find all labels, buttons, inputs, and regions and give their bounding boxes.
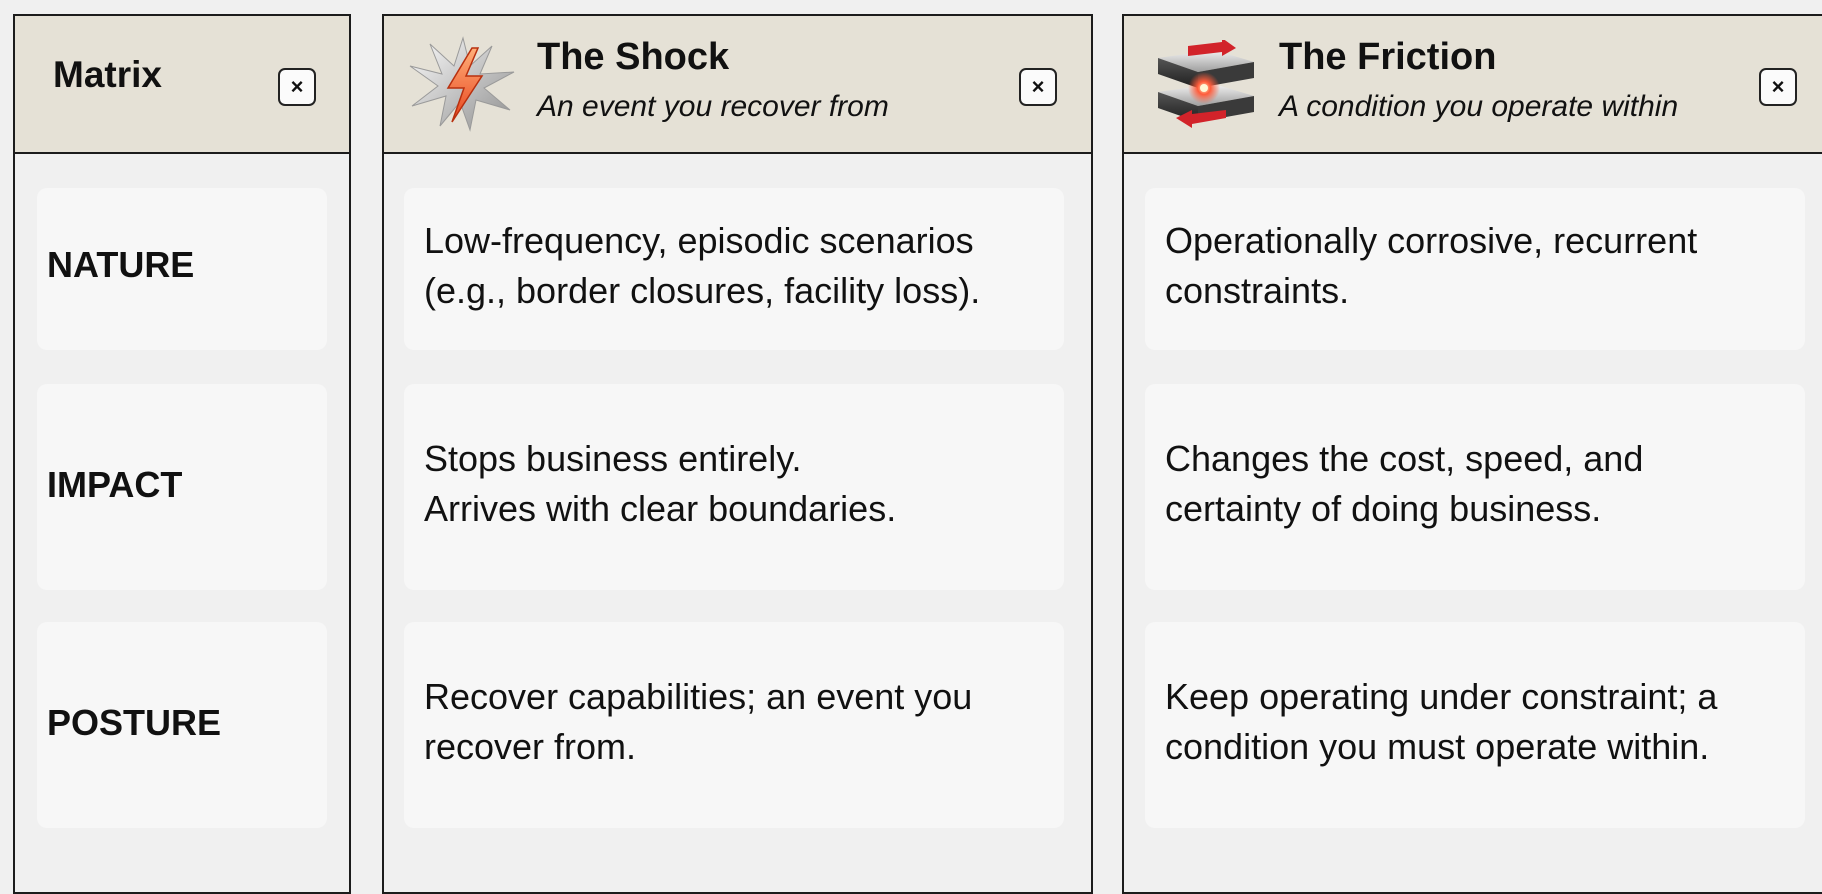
row-label-nature: NATURE — [47, 244, 195, 285]
lightning-burst-icon — [408, 36, 518, 137]
friction-panel-header: The Friction A condition you operate wit… — [1124, 16, 1822, 154]
shock-posture-line-1: Recover capabilities; an event you — [424, 676, 973, 717]
friction-nature-line-1: Operationally corrosive, recurrent — [1165, 220, 1698, 261]
shock-posture-line-2: recover from. — [424, 726, 637, 767]
friction-posture-text: Keep operating under constraint; a condi… — [1165, 672, 1791, 772]
matrix-close-button[interactable]: × — [278, 68, 316, 106]
shock-posture-text: Recover capabilities; an event you recov… — [424, 672, 1050, 772]
row-label-posture: POSTURE — [47, 702, 222, 743]
shock-cell-posture: Recover capabilities; an event you recov… — [404, 622, 1064, 828]
row-label-impact: IMPACT — [47, 464, 183, 505]
friction-nature-text: Operationally corrosive, recurrent const… — [1165, 216, 1791, 316]
friction-cell-nature: Operationally corrosive, recurrent const… — [1145, 188, 1805, 350]
friction-cell-impact: Changes the cost, speed, and certainty o… — [1145, 384, 1805, 590]
matrix-row-card-posture: POSTURE — [37, 622, 327, 828]
matrix-panel-title: Matrix — [53, 54, 162, 95]
shock-nature-text: Low-frequency, episodic scenarios (e.g.,… — [424, 216, 1050, 316]
shock-nature-line-1: Low-frequency, episodic scenarios — [424, 220, 974, 261]
friction-posture-line-1: Keep operating under constraint; a — [1165, 676, 1718, 717]
friction-panel-title: The Friction — [1279, 36, 1497, 78]
shock-nature-line-2: (e.g., border closures, facility loss). — [424, 270, 981, 311]
shock-impact-text: Stops business entirely. Arrives with cl… — [424, 434, 1050, 534]
grinding-plates-icon — [1152, 38, 1260, 135]
friction-nature-line-2: constraints. — [1165, 270, 1350, 311]
friction-impact-text: Changes the cost, speed, and certainty o… — [1165, 434, 1791, 534]
friction-panel-subtitle: A condition you operate within — [1279, 90, 1679, 123]
friction-impact-line-1: Changes the cost, speed, and — [1165, 438, 1644, 479]
matrix-panel-header: Matrix × — [15, 16, 349, 154]
friction-posture-line-2: condition you must operate within. — [1165, 726, 1710, 767]
shock-cell-nature: Low-frequency, episodic scenarios (e.g.,… — [404, 188, 1064, 350]
shock-impact-line-1: Stops business entirely. — [424, 438, 802, 479]
shock-cell-impact: Stops business entirely. Arrives with cl… — [404, 384, 1064, 590]
shock-panel-header: The Shock An event you recover from × — [384, 16, 1091, 154]
shock-panel-subtitle: An event you recover from — [537, 90, 889, 123]
shock-close-button[interactable]: × — [1019, 68, 1057, 106]
friction-panel: The Friction A condition you operate wit… — [1122, 14, 1822, 894]
shock-panel-title: The Shock — [537, 36, 730, 78]
friction-impact-line-2: certainty of doing business. — [1165, 488, 1602, 529]
shock-impact-line-2: Arrives with clear boundaries. — [424, 488, 897, 529]
matrix-row-card-impact: IMPACT — [37, 384, 327, 590]
friction-close-button[interactable]: × — [1759, 68, 1797, 106]
matrix-panel: Matrix × NATURE IMPACT POSTURE — [13, 14, 351, 894]
friction-cell-posture: Keep operating under constraint; a condi… — [1145, 622, 1805, 828]
shock-panel: The Shock An event you recover from × Lo… — [382, 14, 1093, 894]
matrix-row-card-nature: NATURE — [37, 188, 327, 350]
